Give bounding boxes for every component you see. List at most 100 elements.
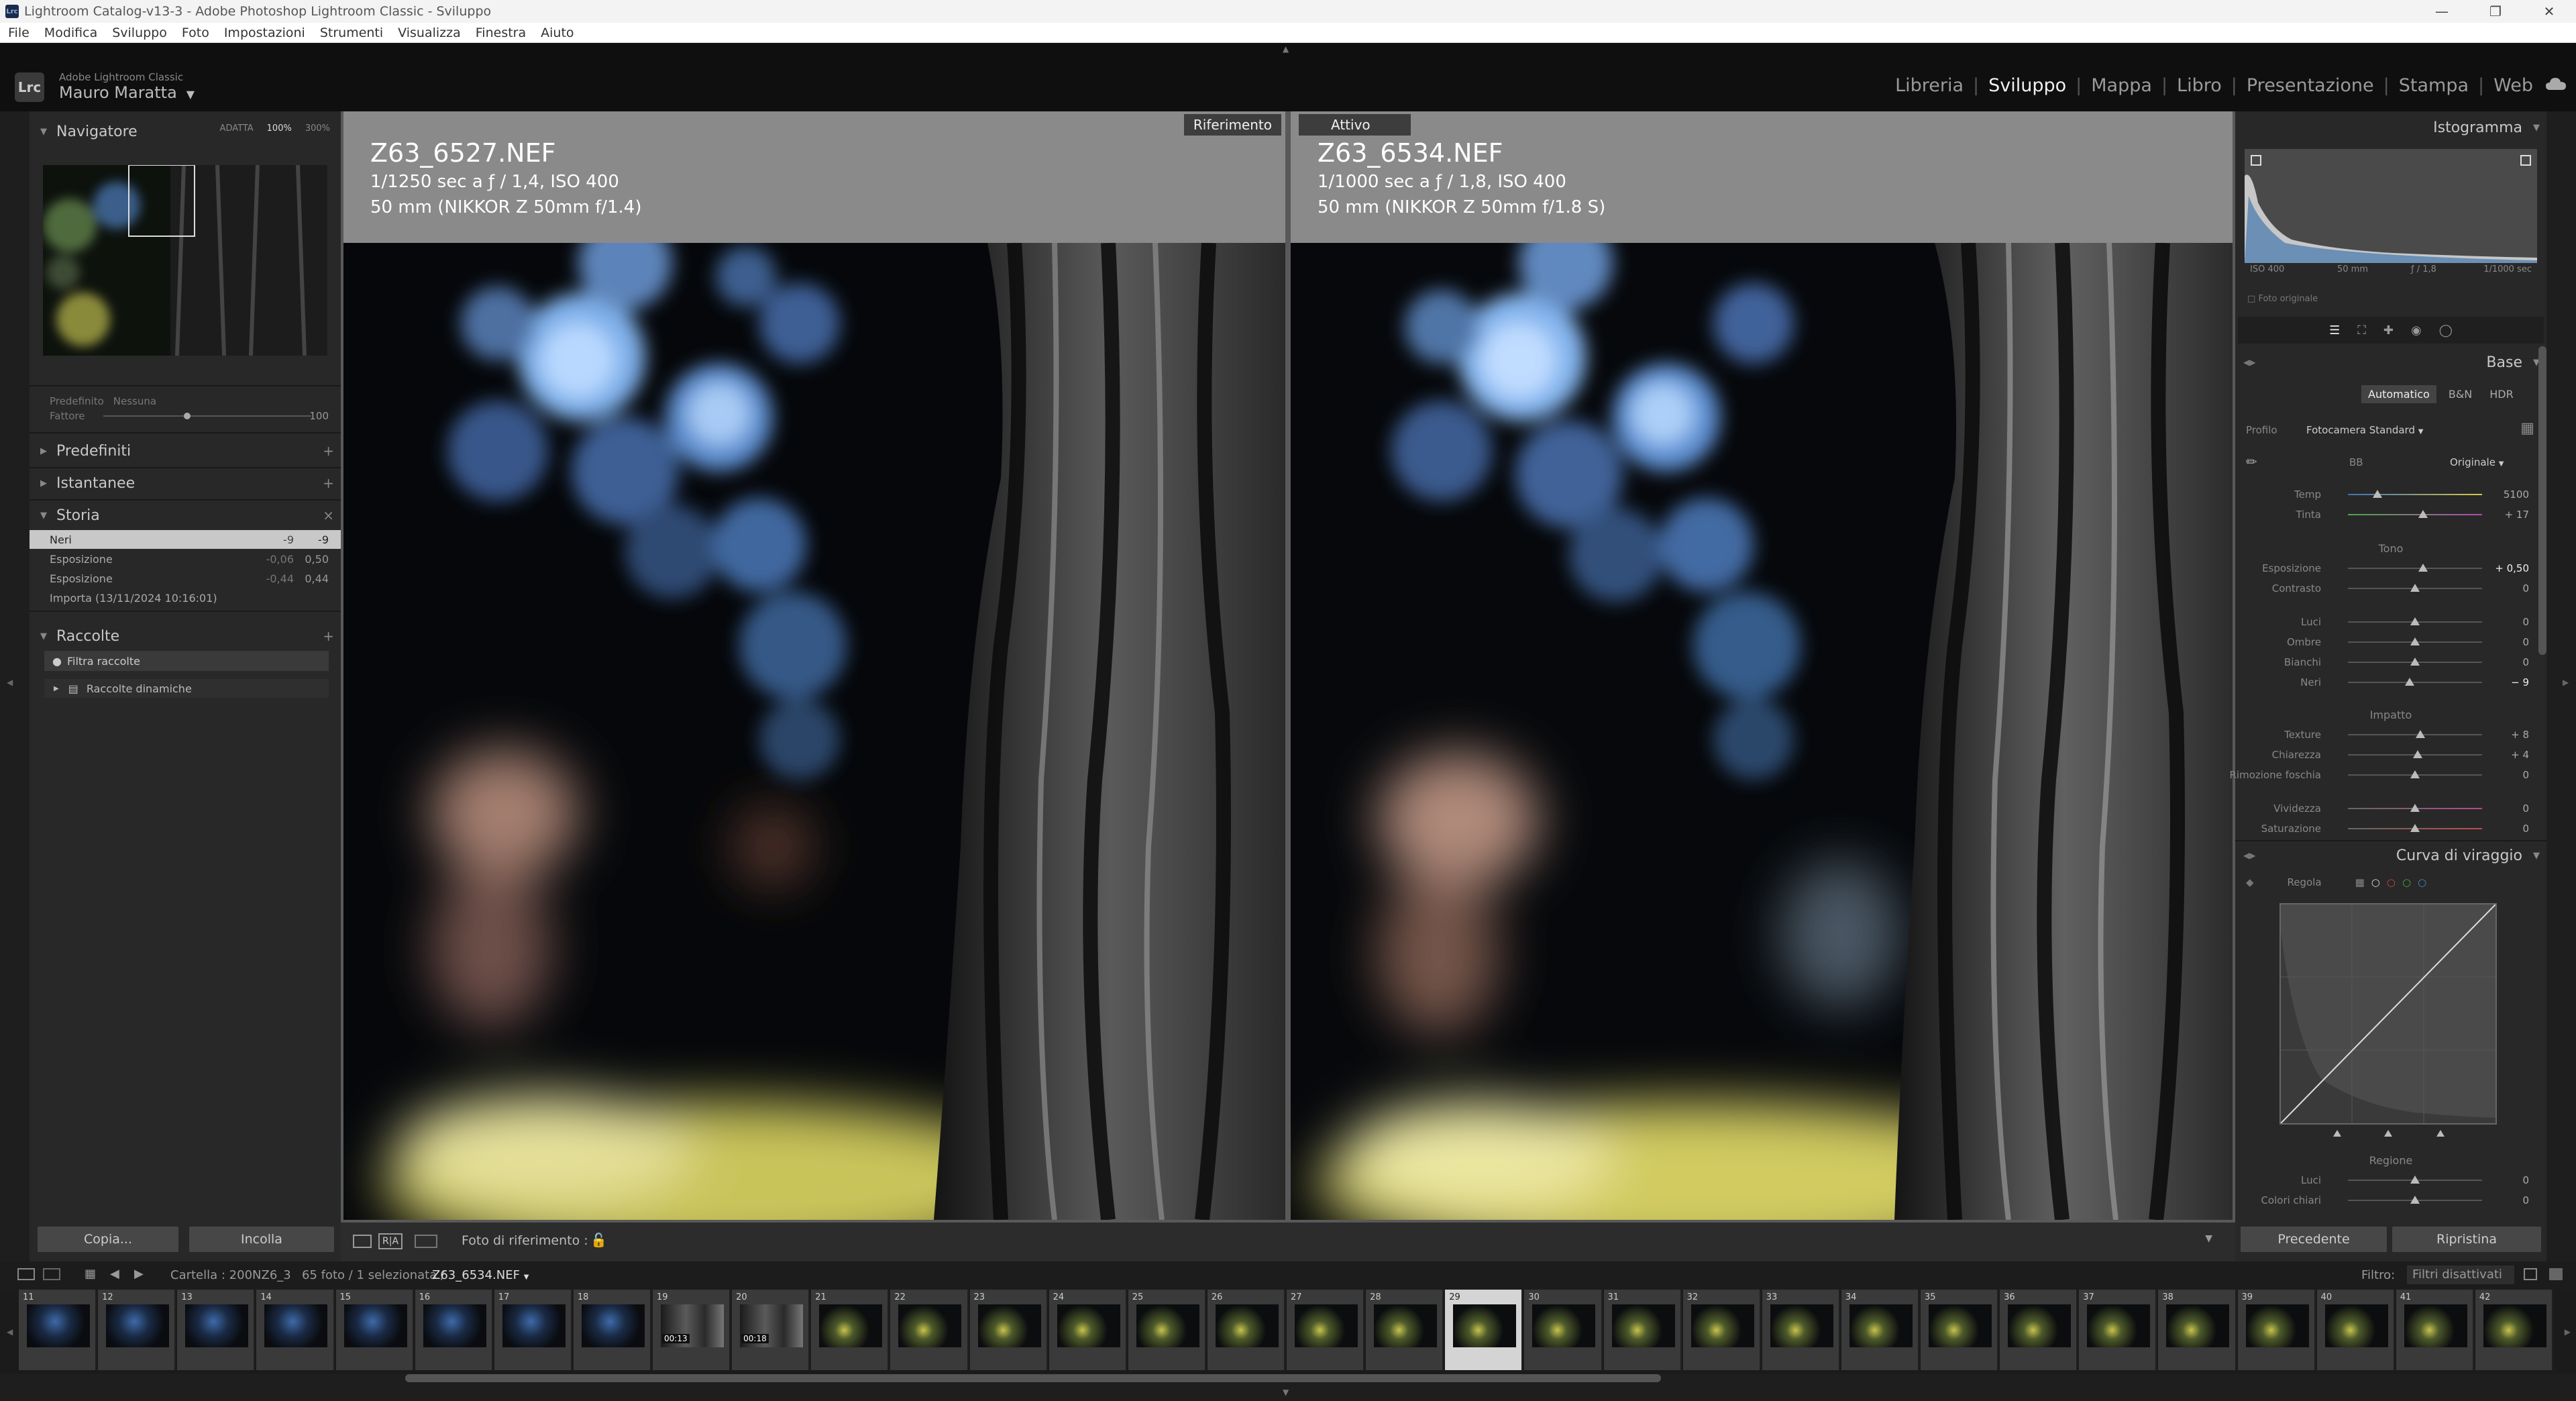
filmstrip-thumb[interactable]: 20 00:18 (732, 1290, 810, 1370)
module-libreria[interactable]: Libreria (1886, 75, 1973, 96)
collections-filter[interactable]: ● Filtra raccolte (44, 651, 329, 671)
left-panel-toggle-icon[interactable]: ◀ (7, 678, 13, 687)
rgb-channel-icon[interactable]: ○ (2371, 876, 2380, 888)
history-item[interactable]: Esposizione -0,06 0,50 (30, 550, 341, 568)
slider-value[interactable]: 0 (2522, 636, 2529, 648)
slider-knob[interactable] (2410, 1176, 2420, 1184)
top-panel-toggle-icon[interactable]: ▲ (1283, 44, 1289, 54)
module-presentazione[interactable]: Presentazione (2237, 75, 2383, 96)
navigator-preview[interactable] (43, 165, 327, 356)
back-arrow-icon[interactable]: ◀ (110, 1267, 119, 1281)
highlights-slider[interactable]: Luci 0 (2235, 612, 2546, 632)
module-libro[interactable]: Libro (2167, 75, 2231, 96)
main-window-icon[interactable] (17, 1268, 35, 1280)
filmstrip-thumb[interactable]: 19 00:13 (653, 1290, 731, 1370)
compare-mode-button[interactable]: R|A (378, 1233, 403, 1249)
slider-value[interactable]: − 9 (2511, 676, 2529, 688)
tone-curve-header[interactable]: Curva di viraggio ▼ ◀▶ (2235, 840, 2546, 870)
slider-value[interactable]: + 0,50 (2495, 562, 2529, 574)
filmstrip-thumb[interactable]: 17 (494, 1290, 572, 1370)
filmstrip-toggle-icon[interactable] (2549, 1268, 2563, 1280)
zoom-300[interactable]: 300% (305, 123, 330, 134)
blacks-slider[interactable]: Neri − 9 (2235, 672, 2546, 692)
copy-button[interactable]: Copia... (38, 1227, 178, 1252)
green-channel-icon[interactable]: ○ (2402, 876, 2411, 888)
shadow-clip-icon[interactable] (2251, 155, 2261, 166)
edit-sliders-icon[interactable]: ☰ (2329, 323, 2340, 338)
folder-source[interactable]: Cartella : 200NZ6_3 (170, 1268, 291, 1282)
menu-foto[interactable]: Foto (182, 25, 209, 40)
slider-value[interactable]: 0 (2522, 823, 2529, 835)
filmstrip-thumb[interactable]: 11 (19, 1290, 97, 1370)
red-channel-icon[interactable]: ○ (2387, 876, 2396, 888)
zoom-100[interactable]: 100% (267, 123, 292, 134)
profile-browser-icon[interactable]: ▦ (2520, 420, 2534, 437)
menu-finestra[interactable]: Finestra (476, 25, 526, 40)
slider-knob[interactable] (2410, 584, 2420, 592)
filter-lock-icon[interactable] (2524, 1268, 2537, 1280)
filmstrip-thumb[interactable]: 37 (2079, 1290, 2157, 1370)
vibrance-slider[interactable]: Vividezza 0 (2235, 798, 2546, 819)
grid-view-icon[interactable]: ▦ (85, 1267, 96, 1281)
filmstrip-thumb[interactable]: 28 (1366, 1290, 1444, 1370)
filmstrip-thumb[interactable]: 41 (2396, 1290, 2474, 1370)
cloud-icon[interactable] (2545, 75, 2567, 91)
filmstrip-thumb[interactable]: 26 (1207, 1290, 1285, 1370)
slider-knob[interactable] (2416, 730, 2425, 738)
slider-knob[interactable] (2410, 770, 2420, 778)
collections-header[interactable]: ▼ Raccolte + (30, 621, 341, 651)
filmstrip-thumb[interactable]: 22 (890, 1290, 969, 1370)
slider-value[interactable]: 0 (2522, 582, 2529, 594)
shadows-slider[interactable]: Ombre 0 (2235, 632, 2546, 652)
filmstrip-thumb[interactable]: 33 (1762, 1290, 1840, 1370)
close-icon[interactable]: ✕ (2522, 0, 2576, 23)
filmstrip-thumb[interactable]: 31 (1603, 1290, 1682, 1370)
slider-knob[interactable] (2418, 564, 2428, 572)
slider-value[interactable]: 0 (2522, 1174, 2529, 1186)
dehaze-slider[interactable]: Rimozione foschia 0 (2230, 765, 2546, 785)
healing-icon[interactable]: ✚ (2383, 323, 2394, 338)
presets-header[interactable]: ▶ Predefiniti + (30, 436, 341, 466)
tone-curve-graph[interactable] (2279, 903, 2497, 1125)
masking-icon[interactable]: ◯ (2439, 323, 2453, 338)
add-collection-icon[interactable]: + (323, 628, 334, 644)
filmstrip-thumb[interactable]: 21 (811, 1290, 890, 1370)
filmstrip-thumb[interactable]: 25 (1128, 1290, 1206, 1370)
module-web[interactable]: Web (2484, 75, 2542, 96)
filmstrip-thumb[interactable]: 36 (2000, 1290, 2078, 1370)
history-header[interactable]: ▼ Storia × (30, 501, 341, 530)
right-panel-scrollbar[interactable] (2538, 346, 2546, 655)
module-stampa[interactable]: Stampa (2390, 75, 2478, 96)
split-knob[interactable] (2436, 1130, 2445, 1137)
basic-header[interactable]: Base ▼ ◀▶ (2235, 348, 2546, 377)
toolbar-menu-chevron-icon[interactable]: ▼ (2205, 1233, 2212, 1244)
parametric-curve-icon[interactable]: ▦ (2355, 876, 2365, 888)
bottom-panel-toggle-icon[interactable]: ▼ (1283, 1388, 1289, 1397)
exposure-slider[interactable]: Esposizione + 0,50 (2235, 558, 2546, 578)
reset-button[interactable]: Ripristina (2392, 1227, 2541, 1252)
amount-slider-knob[interactable] (184, 413, 191, 419)
filmstrip-thumb[interactable]: 15 (335, 1290, 414, 1370)
filter-select[interactable]: Filtri disattivati (2407, 1265, 2514, 1284)
slider-value[interactable]: 0 (2522, 769, 2529, 781)
slider-value[interactable]: 0 (2522, 1194, 2529, 1206)
active-photo[interactable] (1291, 243, 2233, 1220)
filmstrip-thumb[interactable]: 13 (177, 1290, 256, 1370)
add-preset-icon[interactable]: + (323, 443, 334, 459)
history-item[interactable]: Importa (13/11/2024 10:16:01) (30, 588, 341, 607)
menu-visualizza[interactable]: Visualizza (398, 25, 461, 40)
menu-strumenti[interactable]: Strumenti (320, 25, 383, 40)
slider-knob[interactable] (2373, 490, 2382, 498)
histogram[interactable]: ISO 400 50 mm ƒ / 1,8 1/1000 sec (2245, 149, 2537, 274)
contrast-slider[interactable]: Contrasto 0 (2235, 578, 2546, 599)
forward-arrow-icon[interactable]: ▶ (134, 1267, 144, 1281)
menu-aiuto[interactable]: Aiuto (541, 25, 574, 40)
slider-value[interactable]: 0 (2522, 656, 2529, 668)
filmstrip-thumb[interactable]: 12 (98, 1290, 176, 1370)
wb-select[interactable]: Originale ▼ (2450, 456, 2504, 468)
filmstrip-thumb[interactable]: 30 (1524, 1290, 1603, 1370)
history-item[interactable]: Esposizione -0,44 0,44 (30, 569, 341, 588)
zoom-fit[interactable]: ADATTA (220, 123, 254, 134)
point-curve-icon[interactable]: ◆ (2246, 876, 2254, 888)
curve-line[interactable] (2280, 904, 2496, 1124)
